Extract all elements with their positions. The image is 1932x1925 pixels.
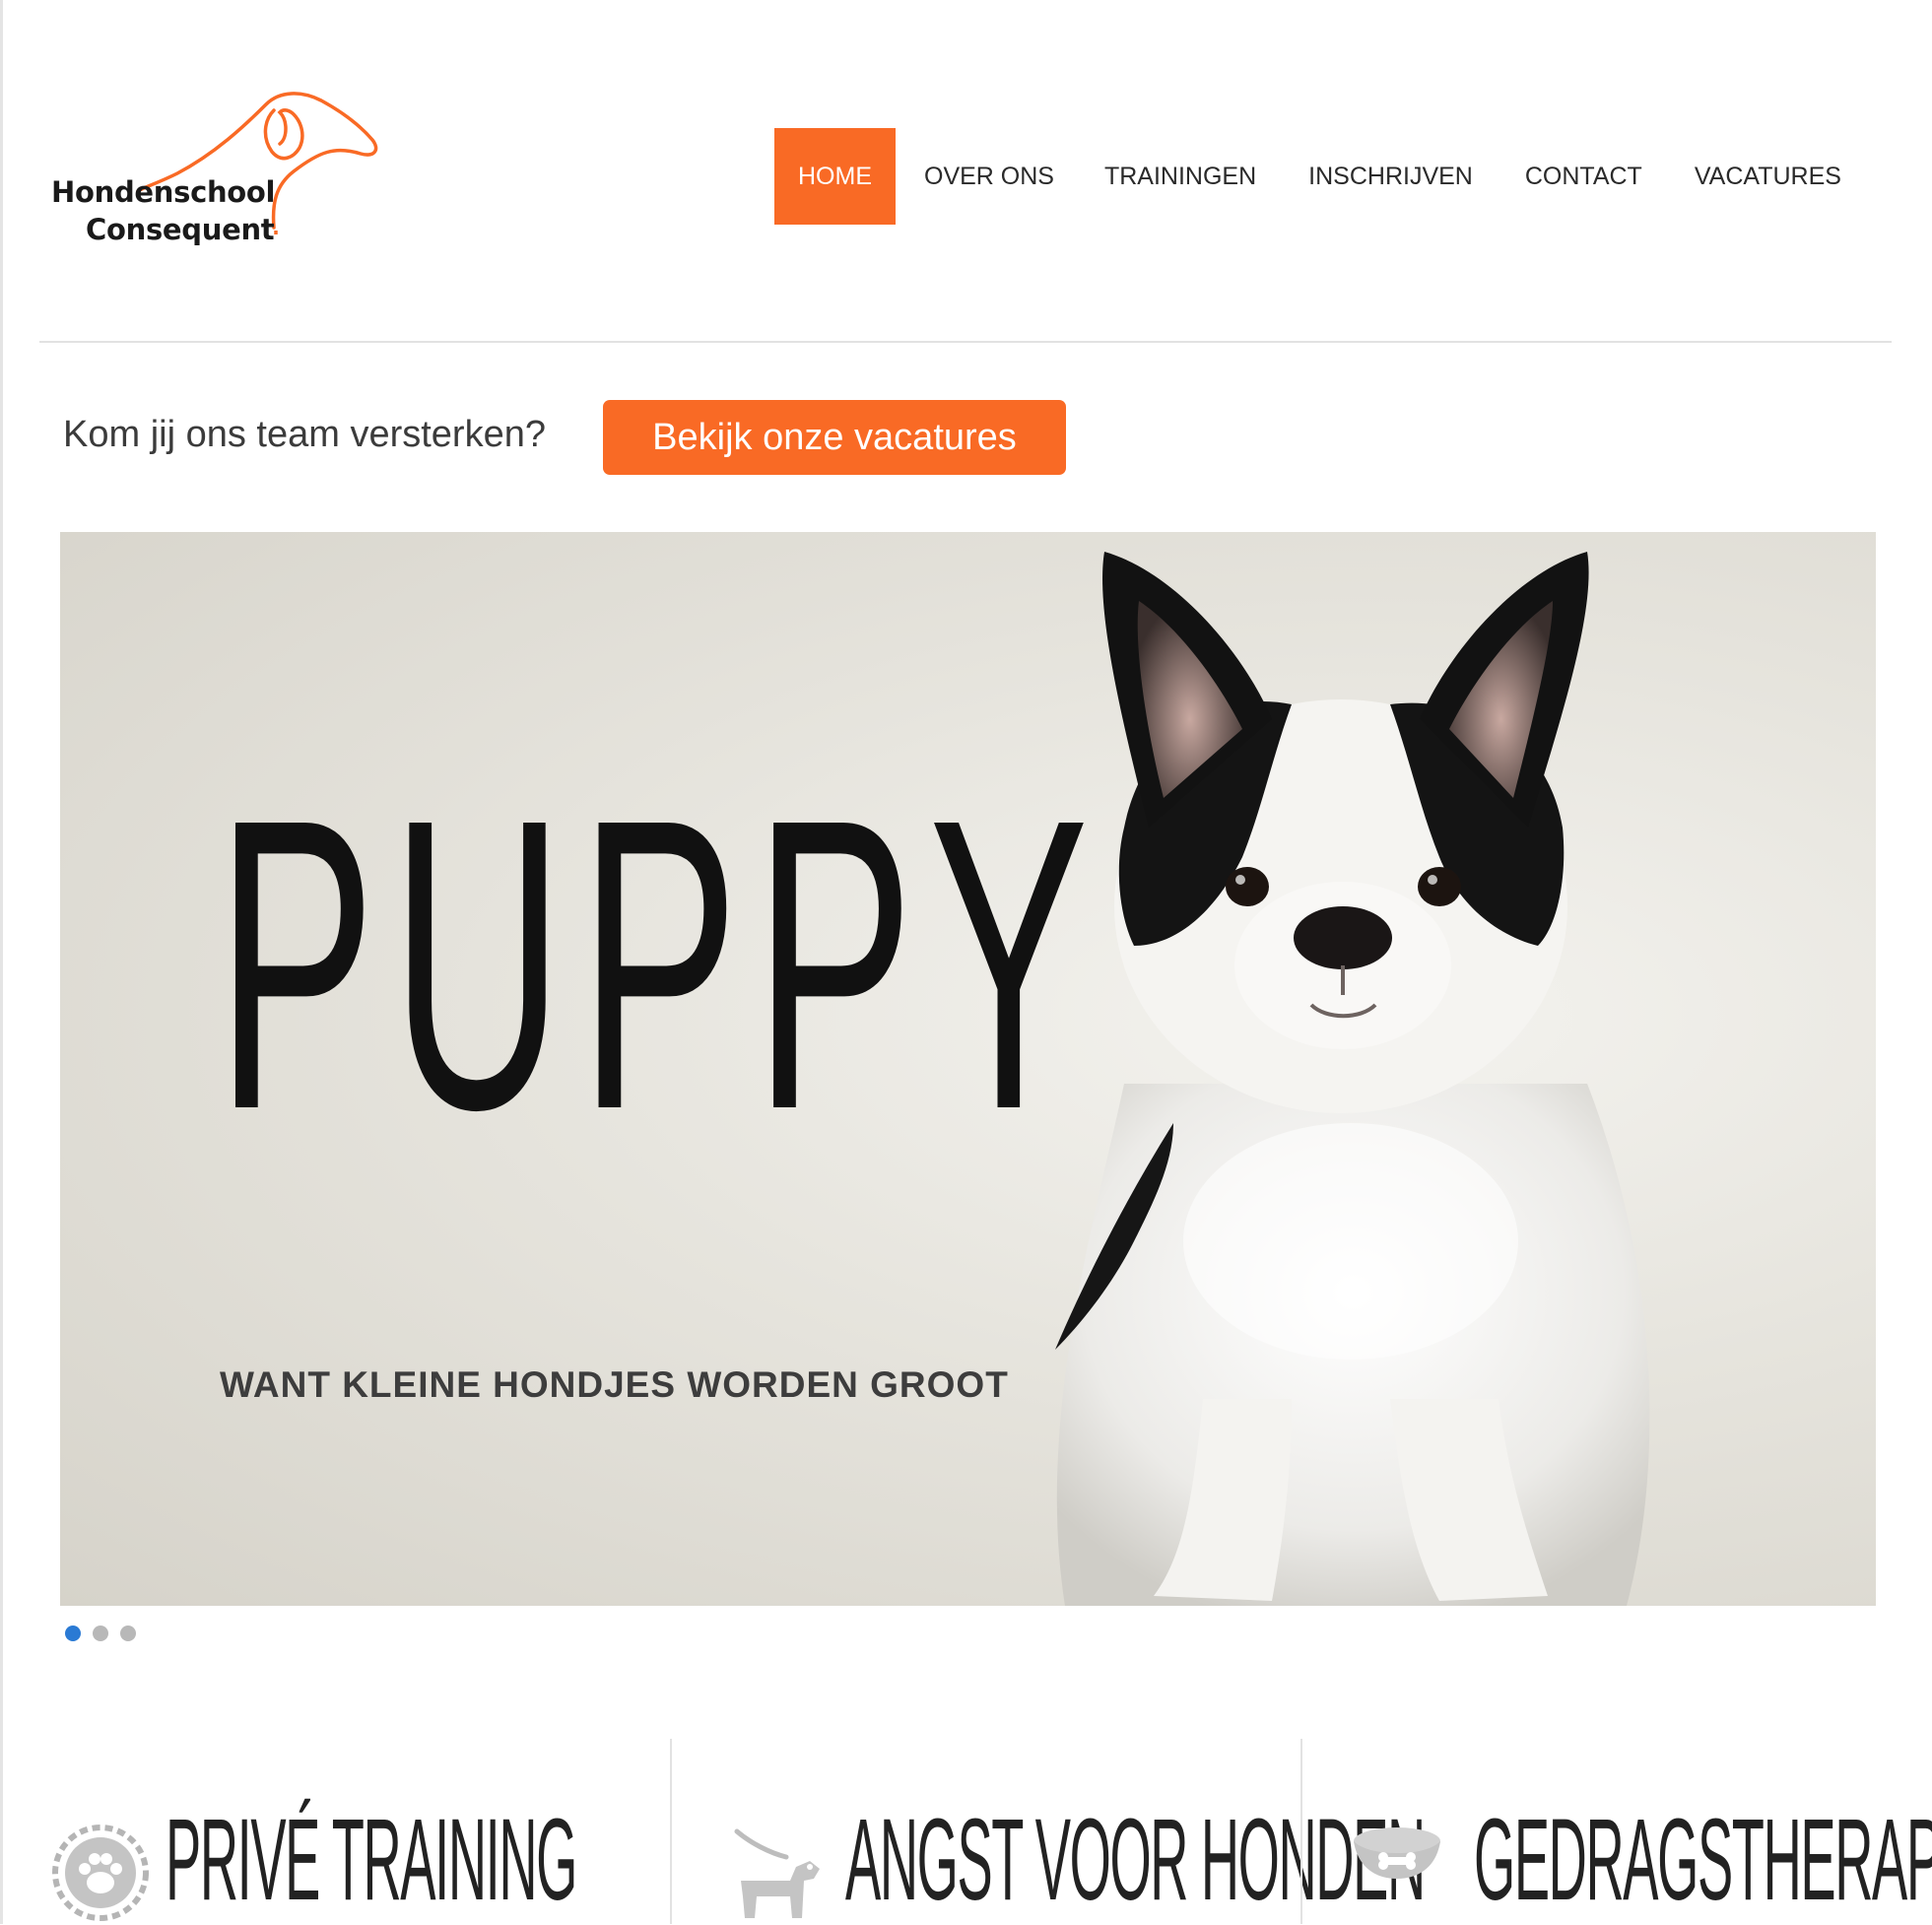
nav-item-vacatures[interactable]: VACATURES [1668,128,1867,225]
page-left-border [0,0,3,1924]
service-prive-training[interactable]: PRIVÉ TRAINING [39,1739,670,1924]
nav-item-over-ons[interactable]: OVER ONS [896,128,1078,225]
food-bowl-icon [1354,1827,1440,1879]
services-row: PRIVÉ TRAINING ANGST VOOR HONDEN GEDRAGS… [39,1739,1932,1924]
dog-leash-icon [734,1828,820,1918]
slider-pagination [65,1626,136,1641]
french-bulldog-puppy-image [1055,552,1650,1606]
nav-item-contact[interactable]: CONTACT [1499,128,1668,225]
hero-slider[interactable]: PUPPY WANT KLEINE HONDJES WORDEN GROOT [60,532,1876,1606]
service-title-gedragstherapie: GEDRAGSTHERAPIE [1474,1795,1932,1925]
nav-item-trainingen[interactable]: TRAININGEN [1078,128,1282,225]
service-angst-voor-honden[interactable]: ANGST VOOR HONDEN [670,1739,1426,1924]
header-divider [39,341,1892,343]
logo-text-line1: Hondenschool [51,175,276,209]
slide-title: PUPPY [216,734,1104,1196]
recruit-text: Kom jij ons team versterken? [63,414,546,455]
view-vacancies-button[interactable]: Bekijk onze vacatures [603,400,1066,475]
paw-badge-icon [52,1825,149,1921]
logo-text-line2: Consequent [86,213,275,246]
slider-dot-3[interactable] [120,1626,136,1641]
nav-item-inschrijven[interactable]: INSCHRIJVEN [1282,128,1499,225]
service-title-prive-training: PRIVÉ TRAINING [166,1795,577,1925]
main-navigation: HOME OVER ONS TRAININGEN INSCHRIJVEN CON… [774,128,1867,225]
service-gedragstherapie[interactable]: GEDRAGSTHERAPIE [1300,1739,1932,1924]
slider-dot-2[interactable] [93,1626,108,1641]
slider-dot-1[interactable] [65,1626,81,1641]
nav-item-home[interactable]: HOME [774,128,896,225]
slide-subtitle: WANT KLEINE HONDJES WORDEN GROOT [220,1364,1009,1405]
site-logo[interactable]: Hondenschool Consequent [47,55,441,262]
